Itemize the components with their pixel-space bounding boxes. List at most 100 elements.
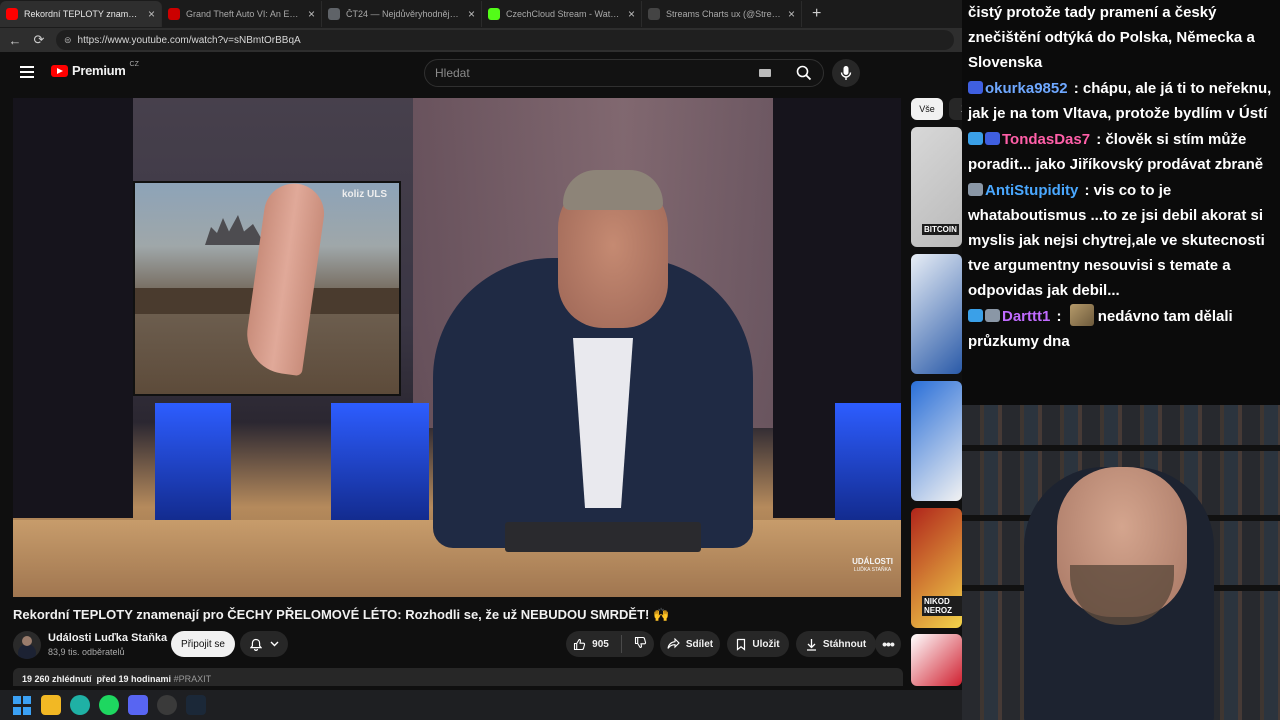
tab-label: Grand Theft Auto VI: An Extended: [186, 9, 302, 19]
file-explorer-icon[interactable]: [41, 695, 61, 715]
spotify-icon[interactable]: [99, 695, 119, 715]
bell-icon: [249, 638, 262, 651]
edge-icon[interactable]: [70, 695, 90, 715]
search-box: [424, 59, 824, 87]
microphone-icon: [840, 66, 852, 80]
url-field[interactable]: ⊜ https://www.youtube.com/watch?v=sNBmtO…: [56, 30, 954, 50]
tab-label: Streams Charts ux (@StreamsCha: [666, 9, 782, 19]
address-bar: ← ⟳ ⊜ https://www.youtube.com/watch?v=sN…: [0, 28, 962, 52]
tab-favicon-icon: [648, 8, 660, 20]
description-box[interactable]: 19 260 zhlédnutí před 19 hodinami #PRAXI…: [13, 668, 903, 686]
like-divider: [620, 635, 622, 653]
share-button[interactable]: Sdílet: [660, 631, 720, 657]
chat-message: čistý protože tady pramení a český zneči…: [968, 0, 1276, 75]
logo-region: CZ: [129, 61, 139, 68]
browser-tab[interactable]: ČT24 — Nejdůvěryhodnější zprav ×: [322, 1, 482, 27]
url-text: https://www.youtube.com/watch?v=sNBmtOrB…: [77, 34, 301, 46]
subscriber-count: 83,9 tis. odběratelů: [48, 647, 125, 657]
keyboard-icon[interactable]: [759, 69, 771, 77]
backdrop-light: [331, 403, 429, 523]
obs-icon[interactable]: [157, 695, 177, 715]
search-button[interactable]: [785, 60, 823, 86]
like-button[interactable]: 905: [573, 638, 609, 651]
chat-badge-icon: [968, 183, 983, 196]
chip-other[interactable]: Z: [949, 98, 962, 120]
shelf-row: [962, 445, 1280, 451]
browser-tab[interactable]: CzechCloud Stream - Watch Live o ×: [482, 1, 642, 27]
browser-tab[interactable]: Rekordní TEPLOTY znamenají ×: [0, 1, 162, 27]
chat-badge-icon: [968, 309, 983, 322]
tab-label: CzechCloud Stream - Watch Live o: [506, 9, 622, 19]
share-icon: [667, 638, 680, 649]
windows-taskbar: [0, 690, 962, 720]
channel-name[interactable]: Události Luďka Staňka: [48, 632, 167, 644]
youtube-play-icon: [51, 64, 68, 77]
like-dislike-group: 905: [566, 631, 654, 657]
backdrop-light: [835, 403, 901, 523]
streamer-webcam: [962, 405, 1280, 720]
hamburger-menu-icon[interactable]: [20, 66, 34, 78]
chat-badge-icon: [968, 132, 983, 145]
voice-search-button[interactable]: [832, 59, 860, 87]
chat-badge-icon: [985, 132, 1000, 145]
watermark-bottom: LUĎKA STAŇKA: [853, 567, 892, 573]
site-info-icon[interactable]: ⊜: [64, 35, 72, 46]
search-input[interactable]: [425, 66, 759, 80]
browser-tab[interactable]: Streams Charts ux (@StreamsCha ×: [642, 1, 802, 27]
video-player[interactable]: koliz ULS UDÁLOSTI LUĎKA STAŇKA: [13, 98, 901, 597]
browser-tab[interactable]: Grand Theft Auto VI: An Extended ×: [162, 1, 322, 27]
tab-favicon-icon: [488, 8, 500, 20]
chat-username[interactable]: TondasDas7: [1002, 131, 1090, 148]
back-icon[interactable]: ←: [8, 33, 22, 48]
hashtag-link[interactable]: #PRAXIT: [174, 674, 212, 684]
thumbnail-text: NIKOD NEROZ: [922, 596, 962, 616]
more-dots-icon: •••: [882, 636, 895, 652]
chat-message: okurka9852 : chápu, ale já ti to neřeknu…: [968, 80, 1272, 122]
related-video-thumbnail[interactable]: [911, 381, 962, 501]
chat-username[interactable]: AntiStupidity: [985, 182, 1078, 199]
steam-icon[interactable]: [186, 695, 206, 715]
reload-icon[interactable]: ⟳: [32, 32, 46, 48]
chat-username[interactable]: okurka9852: [985, 80, 1068, 97]
dislike-button[interactable]: [634, 636, 647, 652]
save-button[interactable]: Uložit: [727, 631, 789, 657]
chat-emote-icon: [1069, 304, 1094, 326]
chat-message: TondasDas7 : člověk si stím může poradit…: [968, 131, 1264, 173]
tab-close-icon[interactable]: ×: [148, 7, 155, 21]
discord-icon[interactable]: [128, 695, 148, 715]
thumbs-down-icon: [634, 636, 646, 649]
tab-close-icon[interactable]: ×: [468, 7, 475, 21]
related-video-thumbnail[interactable]: [911, 634, 962, 686]
tab-close-icon[interactable]: ×: [308, 7, 315, 21]
like-count: 905: [592, 638, 609, 650]
new-tab-button[interactable]: +: [802, 5, 831, 23]
logo-text: Premium: [72, 63, 126, 78]
youtube-premium-logo[interactable]: Premium CZ: [51, 61, 139, 78]
tab-close-icon[interactable]: ×: [788, 7, 795, 21]
windows-start-icon[interactable]: [12, 695, 32, 715]
publish-time: před 19 hodinami: [96, 674, 172, 684]
related-video-thumbnail[interactable]: NIKOD NEROZ: [911, 508, 962, 628]
chat-username[interactable]: Darttt1: [1002, 308, 1050, 325]
related-video-thumbnail[interactable]: [911, 254, 962, 374]
hand-shape: [242, 179, 328, 377]
channel-avatar[interactable]: [13, 631, 41, 659]
download-label: Stáhnout: [822, 638, 867, 650]
join-button[interactable]: Připojit se: [171, 631, 235, 657]
related-filter-chips: Vše Z: [911, 98, 962, 120]
chip-all[interactable]: Vše: [911, 98, 943, 120]
related-video-thumbnail[interactable]: BITCOIN: [911, 127, 962, 247]
channel-row: Události Luďka Staňka 83,9 tis. odběrate…: [13, 631, 903, 659]
notification-button[interactable]: [240, 631, 288, 657]
bookmark-icon: [737, 638, 746, 651]
tab-label: ČT24 — Nejdůvěryhodnější zprav: [346, 9, 462, 19]
more-actions-button[interactable]: •••: [875, 631, 901, 657]
browser-tab-bar: Rekordní TEPLOTY znamenají × Grand Theft A…: [0, 0, 962, 28]
backdrop-shelf: [13, 98, 133, 518]
presenter-hair: [563, 170, 663, 210]
thumbnail-text: BITCOIN: [922, 224, 959, 235]
chat-text: čistý protože tady pramení a český zneči…: [968, 4, 1255, 71]
backdrop-light: [155, 403, 231, 523]
download-button[interactable]: Stáhnout: [796, 631, 876, 657]
tab-close-icon[interactable]: ×: [628, 7, 635, 21]
